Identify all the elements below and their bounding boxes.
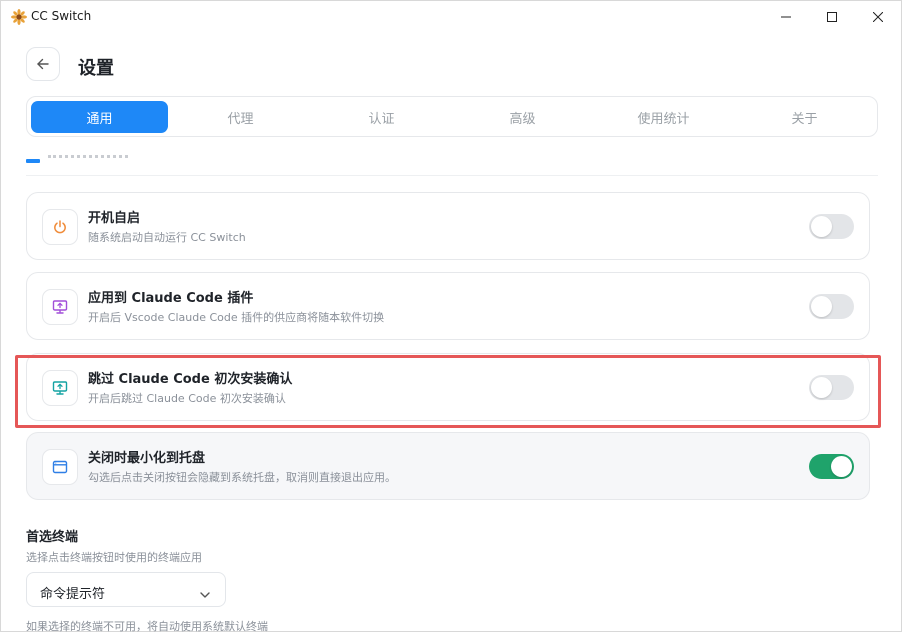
chevron-down-icon [199, 585, 211, 604]
tab-general[interactable]: 通用 [31, 101, 168, 133]
preferred-terminal-description: 选择点击终端按钮时使用的终端应用 [26, 551, 202, 564]
power-icon [42, 209, 78, 245]
minimize-icon [781, 16, 791, 18]
toggle-knob [811, 296, 832, 317]
app-window: CC Switch 设置 通用 代理 认证 高级 使用统计 关于 开机自启 随系… [0, 0, 902, 632]
apply-to-claude-plugin-toggle[interactable] [809, 294, 854, 319]
back-button[interactable] [26, 47, 60, 81]
maximize-icon [827, 12, 837, 22]
setting-launch-on-startup: 开机自启 随系统启动自动运行 CC Switch [26, 192, 870, 260]
setting-apply-to-claude-plugin: 应用到 Claude Code 插件 开启后 Vscode Claude Cod… [26, 272, 870, 340]
tab-about[interactable]: 关于 [736, 101, 873, 133]
setting-title: 跳过 Claude Code 初次安装确认 [88, 372, 293, 387]
setting-description: 随系统启动自动运行 CC Switch [88, 231, 246, 244]
launch-on-startup-toggle[interactable] [809, 214, 854, 239]
setting-description: 开启后 Vscode Claude Code 插件的供应商将随本软件切换 [88, 311, 385, 324]
page-title: 设置 [78, 58, 114, 79]
tab-auth[interactable]: 认证 [313, 101, 450, 133]
close-button[interactable] [855, 1, 901, 33]
preferred-terminal-heading: 首选终端 [26, 530, 79, 545]
terminal-select-value: 命令提示符 [40, 587, 106, 602]
tab-advanced[interactable]: 高级 [454, 101, 591, 133]
maximize-button[interactable] [809, 1, 855, 33]
monitor-upload-icon [42, 370, 78, 406]
window-title: CC Switch [31, 9, 92, 23]
setting-description: 开启后跳过 Claude Code 初次安装确认 [88, 392, 286, 405]
setting-skip-claude-onboarding: 跳过 Claude Code 初次安装确认 开启后跳过 Claude Code … [26, 353, 870, 421]
section-heading-clipped [48, 155, 128, 161]
minimize-button[interactable] [763, 1, 809, 33]
terminal-fallback-note: 如果选择的终端不可用，将自动使用系统默认终端 [26, 620, 268, 632]
monitor-upload-icon [42, 289, 78, 325]
setting-title: 关闭时最小化到托盘 [88, 451, 206, 466]
tab-usage-stats[interactable]: 使用统计 [595, 101, 732, 133]
setting-minimize-to-tray: 关闭时最小化到托盘 勾选后点击关闭按钮会隐藏到系统托盘，取消则直接退出应用。 [26, 432, 870, 500]
sunflower-app-icon [11, 9, 27, 25]
toggle-knob [831, 456, 852, 477]
section-icon [26, 159, 40, 163]
settings-tabs: 通用 代理 认证 高级 使用统计 关于 [26, 96, 878, 137]
toggle-knob [811, 377, 832, 398]
window-icon [42, 449, 78, 485]
arrow-left-icon [37, 58, 49, 70]
setting-description: 勾选后点击关闭按钮会隐藏到系统托盘，取消则直接退出应用。 [88, 471, 396, 484]
skip-claude-onboarding-toggle[interactable] [809, 375, 854, 400]
terminal-select[interactable]: 命令提示符 [26, 572, 226, 607]
toggle-knob [811, 216, 832, 237]
close-icon [873, 12, 883, 22]
minimize-to-tray-toggle[interactable] [809, 454, 854, 479]
tab-proxy[interactable]: 代理 [172, 101, 309, 133]
setting-title: 应用到 Claude Code 插件 [88, 291, 254, 306]
section-header-clipped [26, 153, 878, 176]
title-bar: CC Switch [1, 1, 901, 33]
setting-title: 开机自启 [88, 211, 141, 226]
